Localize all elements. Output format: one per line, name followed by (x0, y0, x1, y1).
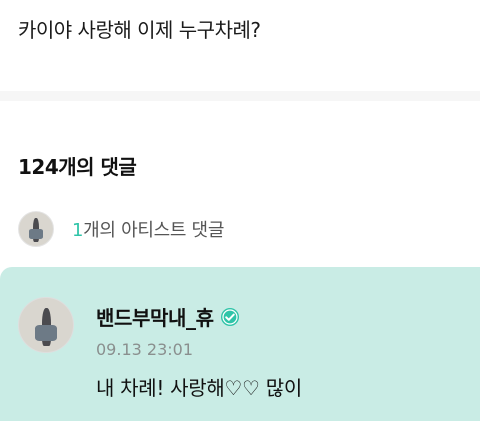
artist-comment-card: 밴드부막내_휴 09.13 23:01 내 차례! 사랑해♡♡ 많이 (0, 267, 480, 421)
artist-avatar[interactable] (18, 297, 74, 353)
post-text: 카이야 사랑해 이제 누구차례? (18, 18, 261, 42)
author-name[interactable]: 밴드부막내_휴 (96, 302, 214, 331)
artist-avatar-small (18, 211, 54, 247)
comment-count-heading: 124개의 댓글 (18, 155, 137, 179)
artist-comment-count: 1 (72, 220, 84, 241)
verified-badge-icon (220, 307, 239, 326)
section-divider (0, 91, 480, 101)
artist-comment-suffix: 개의 아티스트 댓글 (83, 220, 225, 241)
author-row: 밴드부막내_휴 (96, 302, 240, 331)
artist-comments-summary[interactable]: 1개의 아티스트 댓글 (18, 211, 224, 247)
comment-timestamp: 09.13 23:01 (96, 340, 193, 359)
artist-comments-summary-label: 1개의 아티스트 댓글 (72, 216, 224, 242)
comment-body: 내 차례! 사랑해♡♡ 많이 (96, 376, 302, 400)
